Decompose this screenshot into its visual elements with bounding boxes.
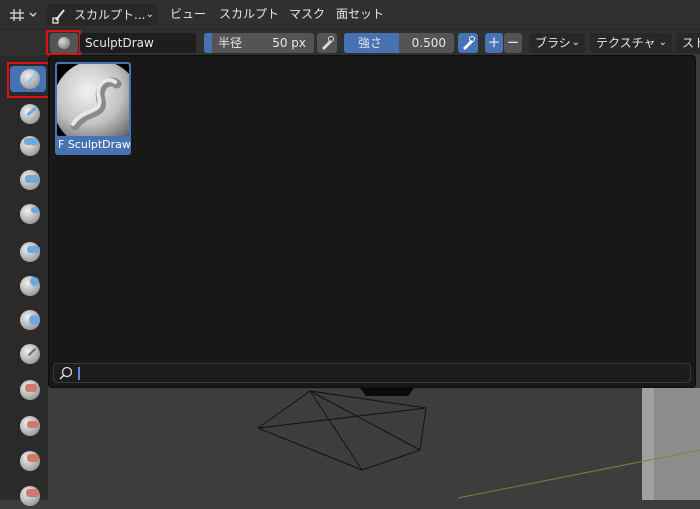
brush-preview-icon xyxy=(58,37,70,49)
radius-accent xyxy=(204,33,212,53)
chevron-down-icon: ⌄ xyxy=(145,9,154,20)
menu-mask[interactable]: マスク xyxy=(289,0,325,29)
viewport-scene xyxy=(257,388,700,500)
camera-wireframe xyxy=(257,390,427,471)
tool-crease[interactable] xyxy=(17,341,43,367)
brush-search-box[interactable] xyxy=(53,363,691,383)
text-caret xyxy=(78,367,80,380)
tool-scrape[interactable] xyxy=(17,483,43,509)
radius-pressure-button[interactable] xyxy=(317,33,337,53)
brush-name-field[interactable]: SculptDraw xyxy=(80,33,196,53)
brush-card[interactable]: F SculptDraw xyxy=(55,62,131,155)
chevron-down-icon: ⌄ xyxy=(658,37,667,48)
stroke-mark xyxy=(30,277,39,286)
brush-mode-icon xyxy=(52,9,65,24)
menu-view[interactable]: ビュー xyxy=(170,0,206,29)
strength-pressure-button[interactable] xyxy=(458,33,478,53)
stroke-dropdown-label: スト xyxy=(682,36,700,50)
stroke-mark xyxy=(26,489,39,497)
brush-preview-image xyxy=(57,64,129,136)
menu-sculpt[interactable]: スカルプト xyxy=(219,0,279,29)
brush-dropdown[interactable]: ブラシ ⌄ xyxy=(529,33,585,53)
radius-value: 50 px xyxy=(272,36,306,50)
mode-label: スカルプト... xyxy=(74,8,146,22)
cube-edge xyxy=(642,388,654,500)
stroke-mark xyxy=(25,175,39,183)
pen-pressure-icon xyxy=(322,36,334,50)
tool-flatten[interactable] xyxy=(17,413,43,439)
stroke-dropdown[interactable]: スト xyxy=(676,33,700,53)
direction-subtract-button[interactable]: − xyxy=(504,33,522,53)
tool-shelf xyxy=(0,55,48,506)
search-input[interactable] xyxy=(82,364,682,382)
stroke-mark xyxy=(31,207,39,213)
menu-face-sets[interactable]: 面セット xyxy=(336,0,384,29)
editor-type-button[interactable] xyxy=(6,0,42,29)
texture-dropdown[interactable]: テクスチャ ⌄ xyxy=(590,33,672,53)
tool-draw-sharp[interactable] xyxy=(17,101,43,127)
tool-blob[interactable] xyxy=(17,307,43,333)
mode-dropdown[interactable]: スカルプト... ⌄ xyxy=(47,4,158,26)
direction-add-button[interactable]: + xyxy=(485,33,503,53)
tool-clay[interactable] xyxy=(17,133,43,159)
search-icon xyxy=(59,366,73,380)
stroke-mark xyxy=(27,421,39,428)
brush-dropdown-label: ブラシ xyxy=(535,36,571,50)
sculpt-sphere-icon xyxy=(57,64,129,136)
editor-type-icon xyxy=(10,9,37,21)
stroke-mark xyxy=(24,138,38,145)
top-bar: スカルプト... ⌄ ビュー スカルプト マスク 面セット xyxy=(0,0,700,30)
brush-card-label: F SculptDraw xyxy=(58,138,131,151)
pen-pressure-icon xyxy=(463,36,475,50)
tool-fill[interactable] xyxy=(17,448,43,474)
strength-label: 強さ xyxy=(358,36,383,50)
tool-clay-thumb[interactable] xyxy=(17,201,43,227)
brush-selector-popup: F SculptDraw xyxy=(48,55,696,388)
strength-value: 0.500 xyxy=(411,36,446,50)
radius-field[interactable]: 半径 50 px xyxy=(204,33,314,53)
stroke-mark xyxy=(27,246,40,253)
tool-draw[interactable] xyxy=(10,66,46,92)
tool-inflate[interactable] xyxy=(17,273,43,299)
tool-smooth[interactable] xyxy=(17,377,43,403)
radius-label: 半径 xyxy=(218,36,243,50)
stroke-mark xyxy=(25,384,37,392)
tool-clay-strips[interactable] xyxy=(17,167,43,193)
stroke-mark xyxy=(27,454,39,462)
stroke-mark xyxy=(29,315,39,325)
chevron-down-icon: ⌄ xyxy=(571,37,580,48)
strength-field[interactable]: 強さ 0.500 xyxy=(344,33,454,53)
brush-preview-button[interactable] xyxy=(50,33,78,53)
tool-layer[interactable] xyxy=(17,239,43,265)
texture-dropdown-label: テクスチャ xyxy=(596,36,656,50)
camera-shadow xyxy=(360,388,414,396)
tool-settings-bar: SculptDraw 半径 50 px 強さ 0.500 + − ブラシ ⌄ テ… xyxy=(0,30,700,55)
